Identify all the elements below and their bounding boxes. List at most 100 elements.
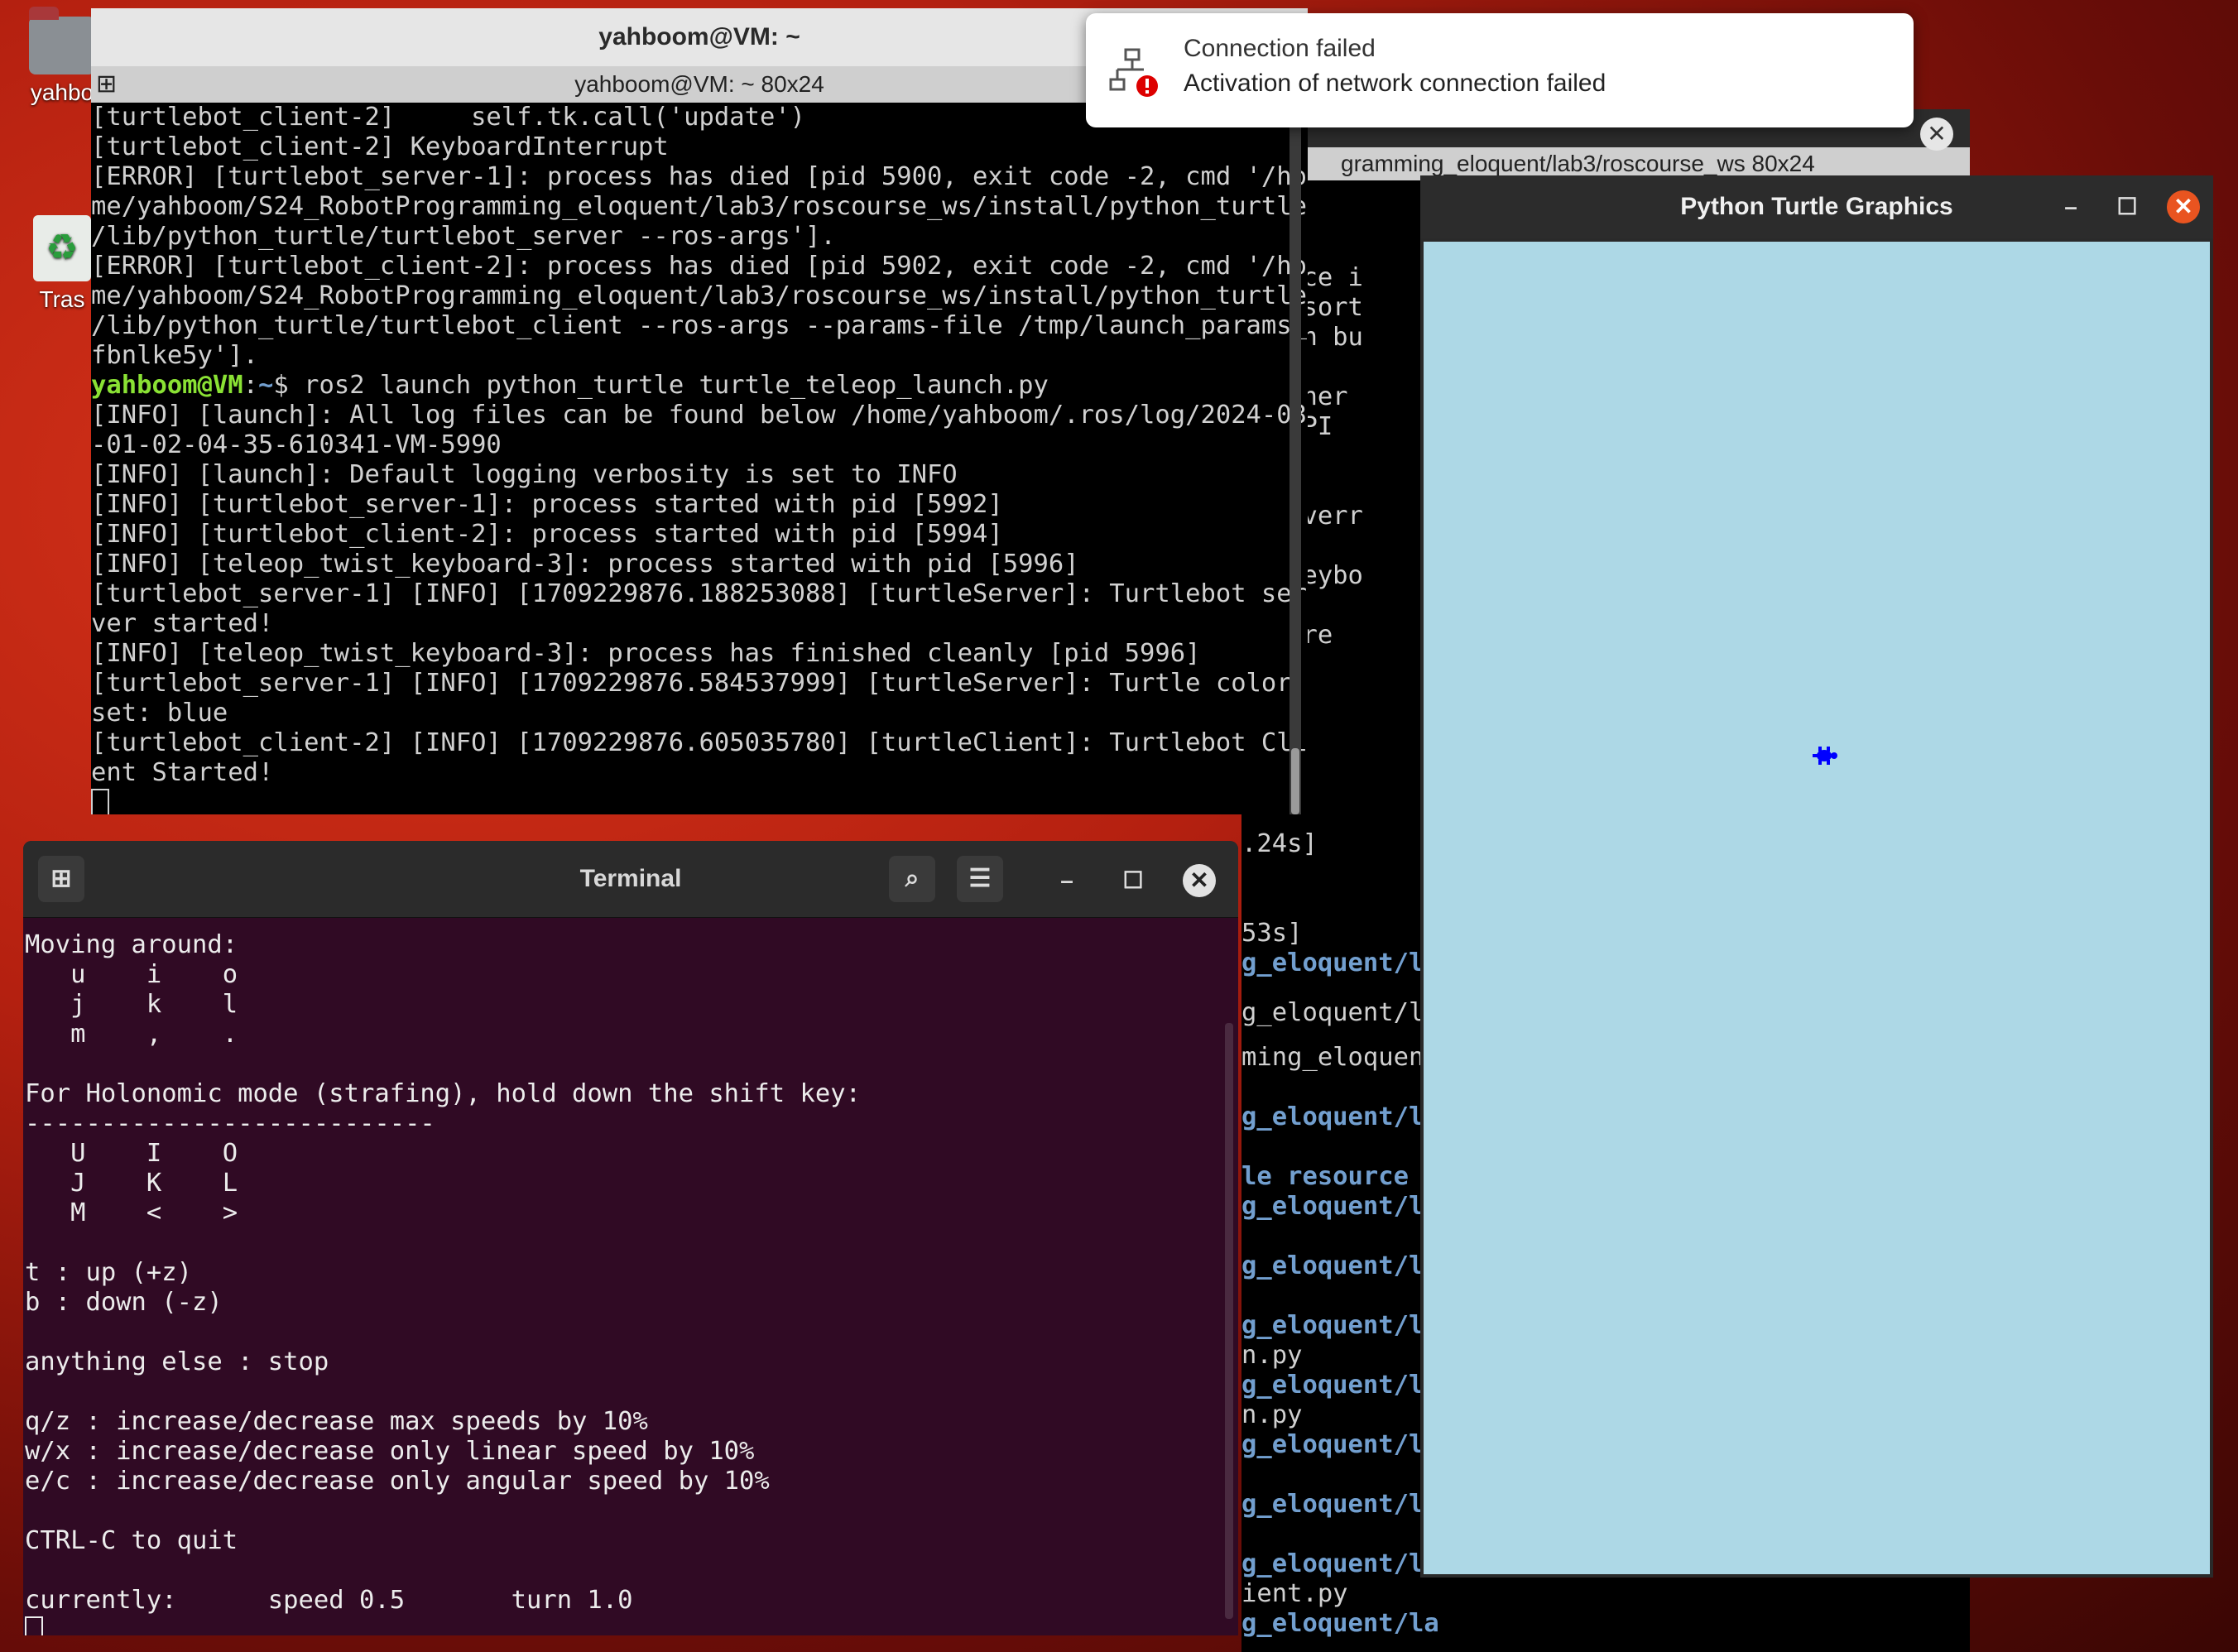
terminal-line: g_eloquent/la (1241, 1311, 1439, 1340)
prompt-separator: : (243, 371, 259, 400)
terminal-line: anything else : stop (25, 1347, 329, 1376)
terminal-line: J K L (25, 1169, 238, 1198)
new-tab-button[interactable]: ⊞ (38, 856, 84, 902)
terminal-line: M < > (25, 1198, 238, 1227)
terminal-bottom-scrollbar[interactable] (1225, 1023, 1233, 1619)
prompt-user: yahboom@VM (91, 371, 243, 400)
terminal-line: [INFO] [turtlebot_client-2]: process sta… (91, 520, 1003, 549)
home-folder-icon (29, 7, 95, 74)
terminal-line: [ERROR] [turtlebot_server-1]: process ha… (91, 162, 1308, 191)
terminal-line: CTRL-C to quit (25, 1526, 238, 1555)
terminal-line: q/z : increase/decrease max speeds by 10… (25, 1407, 648, 1436)
window-title: Python Turtle Graphics (1680, 193, 1953, 220)
terminal-cursor (25, 1616, 43, 1635)
terminal-line: .24s] (1241, 829, 1318, 858)
terminal-top-scrollbar[interactable] (1289, 103, 1301, 814)
prompt-line: yahboom@VM:~$ ros2 launch python_turtle … (91, 371, 1291, 401)
terminal-line: g_eloquent/la (1241, 1102, 1439, 1131)
terminal-line: [turtlebot_client-2] KeyboardInterrupt (91, 132, 669, 161)
prompt-path: ~ (258, 371, 274, 400)
terminal-line: ver started! (91, 609, 274, 638)
terminal-line: [INFO] [launch]: All log files can be fo… (91, 401, 1308, 430)
terminal-line: w/x : increase/decrease only linear spee… (25, 1437, 755, 1466)
terminal-line: fbnlke5y']. (91, 341, 258, 370)
terminal-line: [turtlebot_client-2] [INFO] [1709229876.… (91, 728, 1308, 757)
menu-button[interactable]: ☰ (957, 856, 1003, 902)
terminal-line: U I O (25, 1139, 238, 1168)
terminal-line: ent Started! (91, 758, 274, 787)
terminal-size-label: yahboom@VM: ~ 80x24 (574, 71, 824, 97)
terminal-bottom-titlebar[interactable]: ⊞ Terminal ⌕ ☰ – ☐ ✕ (23, 841, 1238, 918)
maximize-button[interactable]: ☐ (1117, 864, 1150, 897)
terminal-top-output[interactable]: [turtlebot_client-2] self.tk.call('updat… (91, 103, 1308, 814)
prompt-command: $ ros2 launch python_turtle turtle_teleo… (273, 371, 1049, 400)
terminal-line: n.py (1241, 1341, 1303, 1370)
close-button[interactable]: ✕ (2167, 190, 2200, 223)
notification-message: Activation of network connection failed (1184, 70, 1606, 97)
terminal-line: g_eloquent/la (1241, 948, 1439, 977)
tab-icon[interactable]: ⊞ (96, 66, 117, 103)
terminal-line: g_eloquent/la (1241, 1251, 1439, 1280)
close-button[interactable]: ✕ (1183, 864, 1216, 897)
terminal-line: 53s] (1241, 919, 1303, 948)
terminal-window-bottom[interactable]: ⊞ Terminal ⌕ ☰ – ☐ ✕ Moving around: u i … (23, 841, 1238, 1635)
terminal-line: /lib/python_turtle/turtlebot_server --ro… (91, 222, 836, 251)
search-icon: ⌕ (905, 865, 920, 892)
terminal-line: t : up (+z) (25, 1258, 192, 1287)
terminal-cursor (91, 788, 109, 814)
turtle-icon (1813, 747, 1837, 765)
minimize-button[interactable]: – (2054, 190, 2087, 223)
terminal-line: [turtlebot_server-1] [INFO] [1709229876.… (91, 669, 1292, 698)
network-error-icon (1109, 48, 1158, 97)
terminal-line: g_eloquent/la (1241, 1371, 1439, 1400)
terminal-line: [INFO] [turtlebot_server-1]: process sta… (91, 490, 1003, 519)
search-button[interactable]: ⌕ (889, 856, 935, 902)
terminal-line: g_eloquent/la (1241, 1430, 1439, 1459)
terminal-line: [turtlebot_server-1] [INFO] [1709229876.… (91, 579, 1308, 608)
scrollbar-thumb[interactable] (1291, 748, 1299, 814)
terminal-line: me/yahboom/S24_RobotProgramming_eloquent… (91, 281, 1308, 310)
background-terminal-close-button[interactable]: ✕ (1920, 118, 1953, 151)
terminal-line: j k l (25, 990, 238, 1019)
terminal-line: e/c : increase/decrease only angular spe… (25, 1467, 770, 1496)
terminal-line: [INFO] [teleop_twist_keyboard-3]: proces… (91, 639, 1201, 668)
terminal-line: [ERROR] [turtlebot_client-2]: process ha… (91, 252, 1308, 281)
trash-icon: ♻ (33, 215, 91, 281)
notification-title: Connection failed (1184, 35, 1376, 62)
terminal-window-top[interactable]: yahboom@VM: ~ ⊞ yahboom@VM: ~ 80x24 [tur… (91, 8, 1308, 814)
terminal-bottom-output[interactable]: Moving around: u i o j k l m , . For Holo… (25, 917, 1213, 1635)
terminal-line: --------------------------- (25, 1109, 435, 1138)
new-tab-icon: ⊞ (50, 865, 72, 892)
maximize-button[interactable]: ☐ (2111, 190, 2144, 223)
terminal-line: g_eloquent/la (1241, 1609, 1439, 1638)
terminal-line: u i o (25, 960, 238, 989)
terminal-line: [INFO] [launch]: Default logging verbosi… (91, 460, 958, 489)
desktop: { "desktop": { "icons": [ {"label": "yah… (0, 0, 2238, 1652)
network-notification[interactable]: Connection failed Activation of network … (1086, 13, 1914, 127)
desktop-icon-label: yahbo (30, 79, 94, 105)
terminal-line: me/yahboom/S24_RobotProgramming_eloquent… (91, 192, 1308, 221)
terminal-line: n.py (1241, 1400, 1303, 1429)
hamburger-menu-icon: ☰ (968, 865, 992, 892)
desktop-icon-label: Tras (39, 286, 85, 312)
terminal-line: -01-02-04-35-610341-VM-5990 (91, 430, 502, 459)
turtle-canvas[interactable] (1424, 242, 2210, 1574)
turtle-graphics-window[interactable]: Python Turtle Graphics – ☐ ✕ (1420, 175, 2213, 1578)
terminal-line: g_eloquent/la (1241, 1192, 1439, 1221)
terminal-line: m , . (25, 1020, 238, 1049)
terminal-line: currently: speed 0.5 turn 1.0 (25, 1586, 633, 1615)
turtle-window-titlebar[interactable]: Python Turtle Graphics – ☐ ✕ (1420, 175, 2213, 238)
minimize-button[interactable]: – (1050, 864, 1083, 897)
terminal-line: For Holonomic mode (strafing), hold down… (25, 1079, 861, 1108)
window-title: Terminal (579, 865, 682, 892)
window-title: yahboom@VM: ~ (598, 23, 800, 50)
terminal-line: g_eloquent/la (1241, 1549, 1439, 1578)
terminal-line: ient.py (1241, 1579, 1348, 1608)
terminal-line: Moving around: (25, 930, 238, 959)
terminal-line: set: blue (91, 699, 228, 728)
